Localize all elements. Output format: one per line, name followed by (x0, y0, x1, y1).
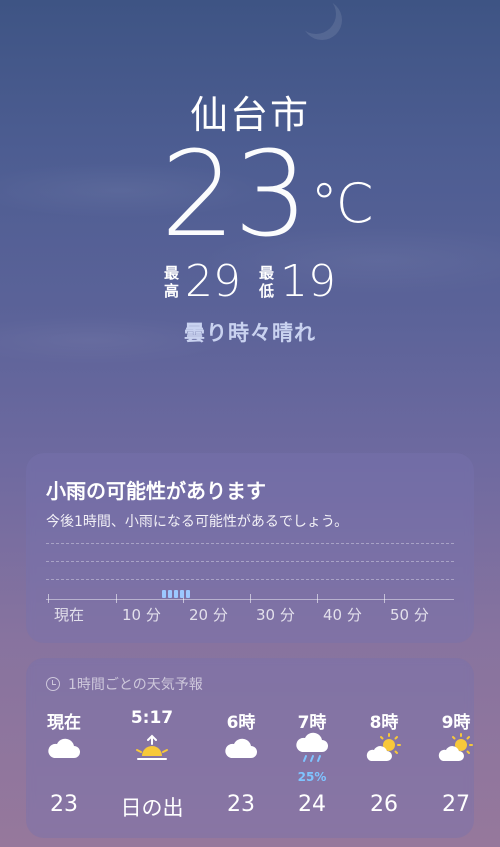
axis-label: 20 分 (189, 606, 228, 624)
partly-cloudy-icon (418, 730, 494, 782)
high-label-top: 最 (163, 264, 179, 282)
hour-item[interactable]: 7時 25% 24 (274, 708, 350, 817)
hour-temp: 27 (442, 792, 470, 817)
rain-bar (168, 590, 172, 598)
hour-temp: 24 (298, 792, 326, 817)
axis-label: 10 分 (122, 606, 161, 624)
rain-title: 小雨の可能性があります (46, 479, 266, 503)
current-temperature: 23°C (0, 135, 500, 253)
axis-label: 40 分 (323, 606, 362, 624)
sunrise-icon (114, 730, 190, 782)
cloud-rain-icon: 25% (274, 730, 350, 784)
rain-subtitle: 今後1時間、小雨になる可能性があるでしょう。 (46, 514, 349, 530)
hour-time: 5:17 (130, 708, 174, 728)
axis-tick (384, 594, 385, 603)
axis-label: 50 分 (390, 606, 429, 624)
cloud-icon (26, 730, 102, 782)
hour-time: 7時 (297, 713, 327, 733)
rain-bar (180, 590, 184, 598)
rain-bar (174, 590, 178, 598)
hour-temp: 日の出 (120, 796, 184, 820)
cloud-icon (203, 730, 279, 782)
axis-tick (116, 594, 117, 603)
axis-label: 現在 (54, 606, 85, 624)
high-temp: 最高 29 (164, 258, 241, 306)
hour-temp: 23 (227, 792, 255, 817)
low-temp: 最低 19 (259, 258, 336, 306)
hour-item[interactable]: 5:17 日の出 (114, 708, 190, 822)
hour-time: 8時 (369, 713, 399, 733)
hour-item[interactable]: 8時 26 (346, 708, 422, 817)
axis-label: 30 分 (256, 606, 295, 624)
rain-bar (186, 590, 190, 598)
hourly-forecast-card[interactable]: 1時間ごとの天気予報 現在 23 5:17 日の出 6時 23 7時 25% 2… (26, 658, 474, 838)
clock-icon (46, 677, 60, 691)
hour-temp: 23 (50, 792, 78, 817)
precip-chance: 25% (297, 770, 327, 784)
condition-text: 曇り時々晴れ (184, 321, 316, 345)
hour-item[interactable]: 現在 23 (26, 708, 102, 817)
axis-tick (317, 594, 318, 603)
low-label-bottom: 低 (259, 282, 275, 300)
temperature-value: 23 (160, 125, 309, 263)
high-value: 29 (185, 256, 241, 307)
hourly-header: 1時間ごとの天気予報 (46, 674, 203, 694)
grid-line (46, 579, 454, 580)
hour-time: 6時 (226, 713, 256, 733)
grid-line (46, 543, 454, 544)
hour-time: 現在 (47, 713, 81, 733)
hourly-header-label: 1時間ごとの天気予報 (68, 677, 203, 693)
hour-item[interactable]: 9時 27 (418, 708, 494, 817)
high-label-bottom: 高 (163, 282, 179, 300)
low-value: 19 (280, 256, 337, 307)
high-low: 最高 29 最低 19 (0, 258, 500, 306)
precipitation-card[interactable]: 小雨の可能性があります 今後1時間、小雨になる可能性があるでしょう。 現在 10… (26, 453, 474, 643)
low-label-top: 最 (259, 264, 275, 282)
hour-item[interactable]: 6時 23 (203, 708, 279, 817)
hour-time: 9時 (441, 713, 471, 733)
axis-tick (250, 594, 251, 603)
hour-temp: 26 (370, 792, 398, 817)
grid-line (46, 561, 454, 562)
temperature-unit: °C (310, 172, 374, 235)
axis-tick (48, 594, 49, 603)
partly-cloudy-icon (346, 730, 422, 782)
rain-bar (162, 590, 166, 598)
